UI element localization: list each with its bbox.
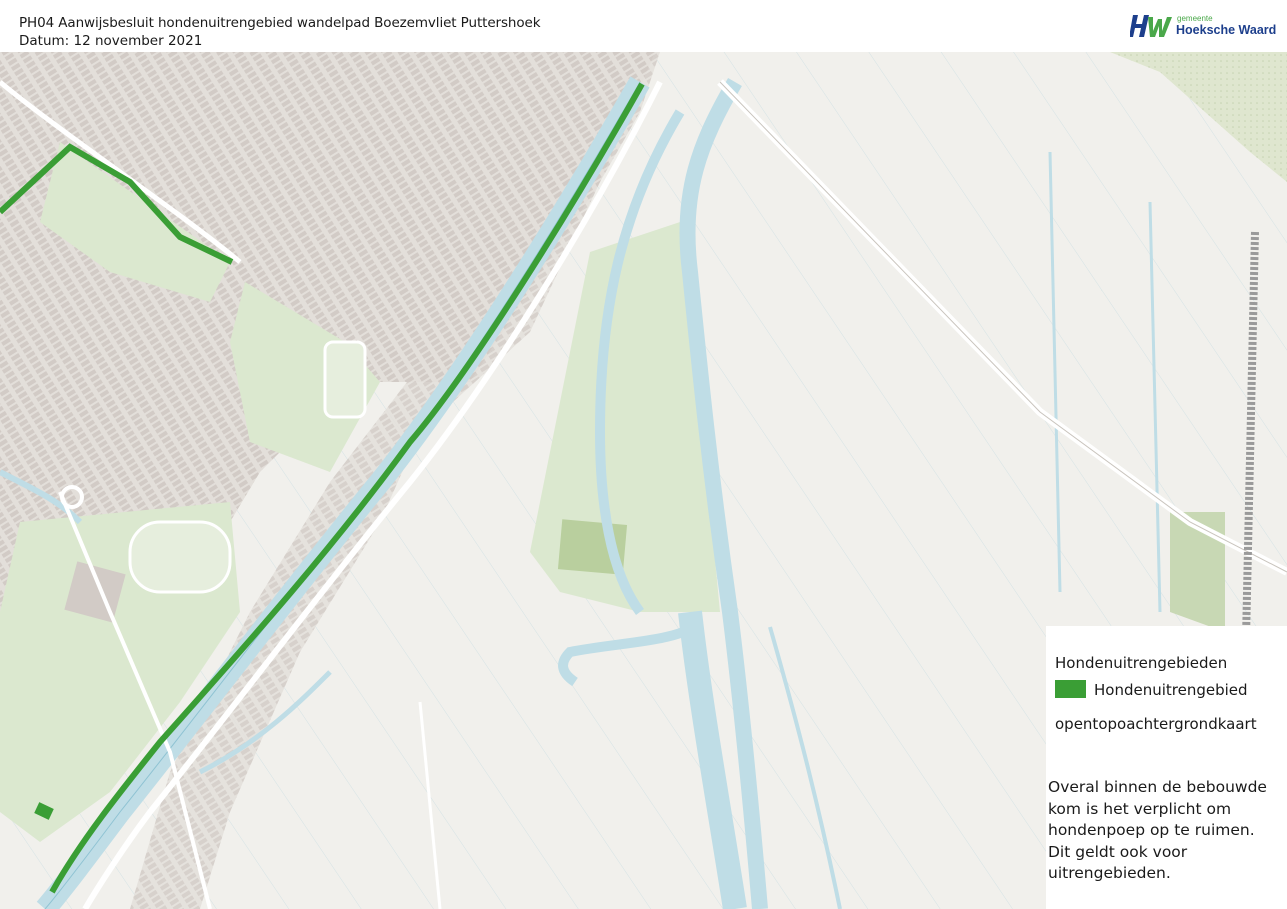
legend-note: Overal binnen de bebouwde kom is het ver… xyxy=(1048,778,1267,882)
legend-basemap-label: opentopoachtergrondkaart xyxy=(1055,715,1257,733)
map-title: PH04 Aanwijsbesluit hondenuitrengebied w… xyxy=(19,15,541,31)
cemetery xyxy=(323,340,367,419)
map-legend: Hondenuitrengebieden Hondenuitrengebied … xyxy=(1046,626,1287,909)
hw-logo-icon xyxy=(1130,15,1172,37)
map-header: PH04 Aanwijsbesluit hondenuitrengebied w… xyxy=(0,0,1287,52)
logo-gemeente-text: gemeente xyxy=(1177,14,1213,23)
logo-name: Hoeksche Waard xyxy=(1176,23,1277,37)
legend-item-label: Hondenuitrengebied xyxy=(1094,681,1248,699)
map-date: Datum: 12 november 2021 xyxy=(19,33,203,49)
legend-swatch-dog-area xyxy=(1055,680,1086,698)
legend-title: Hondenuitrengebieden xyxy=(1055,654,1228,672)
sports-field xyxy=(128,520,232,594)
municipality-logo: gemeente Hoeksche Waard xyxy=(1130,11,1280,43)
